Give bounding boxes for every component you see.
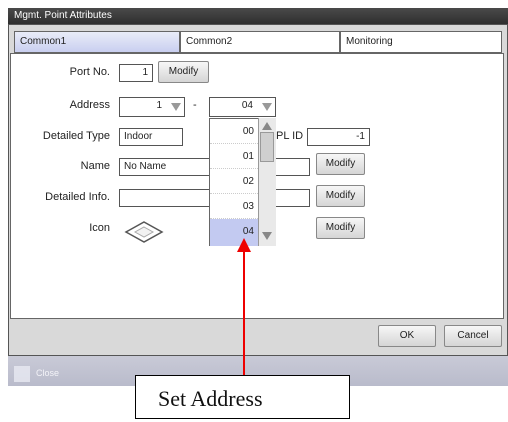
tab-common1[interactable]: Common1 [14,31,180,53]
diamond-icon [124,221,164,243]
port-no-field[interactable]: 1 [119,64,153,82]
chevron-down-icon[interactable] [171,103,181,111]
scroll-down-icon[interactable] [262,232,272,240]
scroll-thumb[interactable] [260,132,274,162]
window-title: Mgmt. Point Attributes [8,8,508,24]
cancel-button[interactable]: Cancel [444,325,502,347]
list-item[interactable]: 02 [210,169,260,194]
list-item-selected[interactable]: 04 [210,219,260,246]
address-separator: - [193,99,197,111]
name-label: Name [80,160,110,172]
pl-id-field[interactable]: -1 [307,128,370,146]
detailed-type-label: Detailed Type [42,130,110,142]
chevron-down-icon[interactable] [262,103,272,111]
ok-button[interactable]: OK [378,325,436,347]
name-modify-button[interactable]: Modify [316,153,365,175]
port-no-label: Port No. [69,66,110,78]
list-item[interactable]: 00 [210,119,260,144]
port-no-modify-button[interactable]: Modify [158,61,209,83]
tab-monitoring[interactable]: Monitoring [340,31,502,53]
list-item[interactable]: 01 [210,144,260,169]
pl-id-label: PL ID [276,130,304,142]
dropdown-scrollbar[interactable] [258,118,276,246]
detailed-type-field[interactable]: Indoor [119,128,183,146]
detailed-info-modify-button[interactable]: Modify [316,185,365,207]
tab-common2[interactable]: Common2 [180,31,340,53]
set-address-callout: Set Address [135,375,350,419]
scroll-up-icon[interactable] [262,122,272,130]
close-icon[interactable] [14,366,30,382]
detailed-info-label: Detailed Info. [45,191,110,203]
address-label: Address [69,99,110,111]
icon-modify-button[interactable]: Modify [316,217,365,239]
close-label[interactable]: Close [36,368,59,378]
red-arrow-icon [237,238,251,376]
list-item[interactable]: 03 [210,194,260,219]
icon-label: Icon [89,222,110,234]
